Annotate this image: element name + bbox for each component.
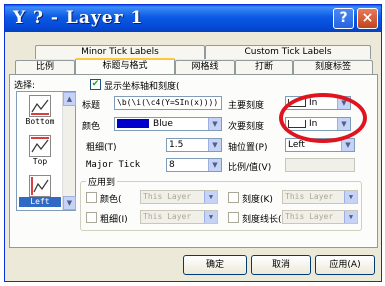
selection-scrollbar[interactable]: ▲ ▼ [62,92,76,210]
title-label: 标题 [82,101,101,111]
tab-break[interactable]: 打断 [235,60,293,74]
apply-color-label: 颜色( [100,195,122,205]
chevron-down-icon[interactable]: ▼ [341,139,354,151]
selection-label: 选择: [14,81,36,91]
chart-icon [29,175,51,197]
major-tick-value: 8 [169,160,175,170]
color-value: Blue [153,119,173,129]
apply-color-checkbox[interactable] [86,192,97,203]
show-axis-label: 显示坐标轴和刻度( [104,82,180,92]
apply-ticks-label: 刻度(K) [242,195,273,205]
apply-tick-length-checkbox[interactable] [228,212,239,223]
major-ticks-label: 主要刻度 [228,101,265,111]
chevron-down-icon[interactable]: ▼ [344,191,357,203]
axis-dialog: Y ? - Layer 1 ? × Minor Tick Labels Cust… [4,4,382,282]
scope-value: This Layer [143,192,192,201]
axis-item-bottom[interactable]: Bottom [19,94,61,132]
axis-position-value: Left [288,140,305,150]
thickness-value: 1.5 [169,140,184,150]
chevron-down-icon[interactable]: ▼ [204,191,217,203]
color-select[interactable]: Blue ▼ [114,117,222,131]
cancel-button[interactable]: 取消 [251,255,311,275]
axis-item-top[interactable]: Top [19,134,61,172]
show-axis-checkbox[interactable]: ✔ [90,79,101,90]
close-button[interactable]: × [357,8,378,29]
chevron-down-icon[interactable]: ▼ [208,139,221,151]
ratio-label: 比例/值(V) [228,163,272,173]
help-button[interactable]: ? [333,8,354,29]
tab-custom-tick-labels[interactable]: Custom Tick Labels [205,45,371,59]
apply-button[interactable]: 应用(A) [315,255,375,275]
apply-to-title: 应用到 [86,175,118,188]
title-bar[interactable]: Y ? - Layer 1 ? × [5,5,381,32]
apply-tick-length-label: 刻度线长( [242,215,282,225]
major-tick-select[interactable]: 8 ▼ [166,158,222,172]
apply-ticks-checkbox[interactable] [228,192,239,203]
axis-position-label: 轴位置(P) [228,143,268,153]
window-title: Y ? - Layer 1 [13,8,144,28]
color-swatch [117,119,149,128]
ok-button[interactable]: 确定 [183,255,247,275]
apply-tick-length-scope[interactable]: This Layer ▼ [282,210,358,224]
tab-minor-tick-labels[interactable]: Minor Tick Labels [35,45,205,59]
apply-thickness-label: 粗细(I) [100,215,128,225]
axis-item-label: Left [19,197,61,207]
highlight-ring [279,93,367,143]
tab-tick-labels[interactable]: 刻度标签 [293,60,373,74]
scope-value: This Layer [285,212,334,221]
chevron-down-icon[interactable]: ▼ [208,159,221,171]
axis-item-label: Bottom [25,117,55,126]
chart-icon [29,135,51,157]
scope-value: This Layer [143,212,192,221]
tab-scale[interactable]: 比例 [15,60,75,74]
chevron-down-icon[interactable]: ▼ [204,211,217,223]
ratio-input[interactable] [285,158,355,172]
apply-thickness-checkbox[interactable] [86,212,97,223]
chevron-down-icon[interactable]: ▼ [344,211,357,223]
axis-item-label: Top [32,157,48,166]
thickness-select[interactable]: 1.5 ▼ [166,138,222,152]
major-tick-label: Major Tick [86,160,141,170]
tab-grid-lines[interactable]: 网格线 [175,60,235,74]
apply-ticks-scope[interactable]: This Layer ▼ [282,190,358,204]
chart-icon [29,95,51,117]
scroll-up-icon[interactable]: ▲ [63,92,76,106]
apply-thickness-scope[interactable]: This Layer ▼ [140,210,218,224]
color-label: 颜色 [82,122,101,132]
scroll-down-icon[interactable]: ▼ [63,196,76,210]
axis-item-left[interactable]: Left [19,174,61,212]
title-input[interactable]: \b(\i(\c4(Y=SIn(x)))) [114,96,222,110]
minor-ticks-label: 次要刻度 [228,122,265,132]
chevron-down-icon[interactable]: ▼ [208,118,221,130]
thickness-label: 粗细(T) [86,143,117,153]
scope-value: This Layer [285,192,334,201]
apply-color-scope[interactable]: This Layer ▼ [140,190,218,204]
axis-selection-list[interactable]: Bottom Top Left ▲ ▼ [16,91,76,211]
tab-title-format[interactable]: 标题与格式 [75,58,175,75]
